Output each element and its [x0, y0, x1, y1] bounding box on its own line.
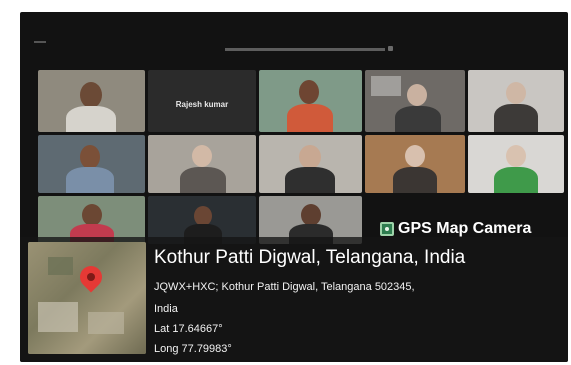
- longitude-value: Long 77.79983°: [154, 343, 232, 355]
- location-map-thumbnail: [28, 242, 146, 354]
- participant-tile[interactable]: [259, 70, 362, 132]
- gps-map-camera-icon: [380, 222, 394, 236]
- meeting-title-strip: [225, 48, 385, 51]
- participant-tile-name-only[interactable]: Rajesh kumar: [148, 70, 256, 132]
- participant-tile[interactable]: [468, 70, 564, 132]
- participant-name: Rajesh kumar: [175, 100, 229, 109]
- participant-tile[interactable]: [365, 135, 465, 193]
- gps-info-overlay: Kothur Patti Digwal, Telangana, India JQ…: [20, 237, 568, 362]
- chevron-down-icon[interactable]: [388, 46, 393, 51]
- participant-tile[interactable]: [148, 135, 256, 193]
- brand-label: GPS Map Camera: [398, 220, 532, 237]
- location-title: Kothur Patti Digwal, Telangana, India: [154, 247, 466, 268]
- address-country: India: [154, 303, 178, 315]
- menu-icon[interactable]: [34, 41, 46, 43]
- participant-tile[interactable]: [38, 135, 145, 193]
- meeting-top-bar: [20, 12, 568, 52]
- participant-tile[interactable]: [468, 135, 564, 193]
- video-call-photo: Rajesh kumar GPS Map Camera Kothur Patti…: [20, 12, 568, 362]
- address-line: JQWX+HXC; Kothur Patti Digwal, Telangana…: [154, 281, 415, 293]
- latitude-value: Lat 17.64667°: [154, 323, 223, 335]
- participant-tile[interactable]: [38, 70, 145, 132]
- participant-tile[interactable]: [259, 135, 362, 193]
- participant-tile[interactable]: [365, 70, 465, 132]
